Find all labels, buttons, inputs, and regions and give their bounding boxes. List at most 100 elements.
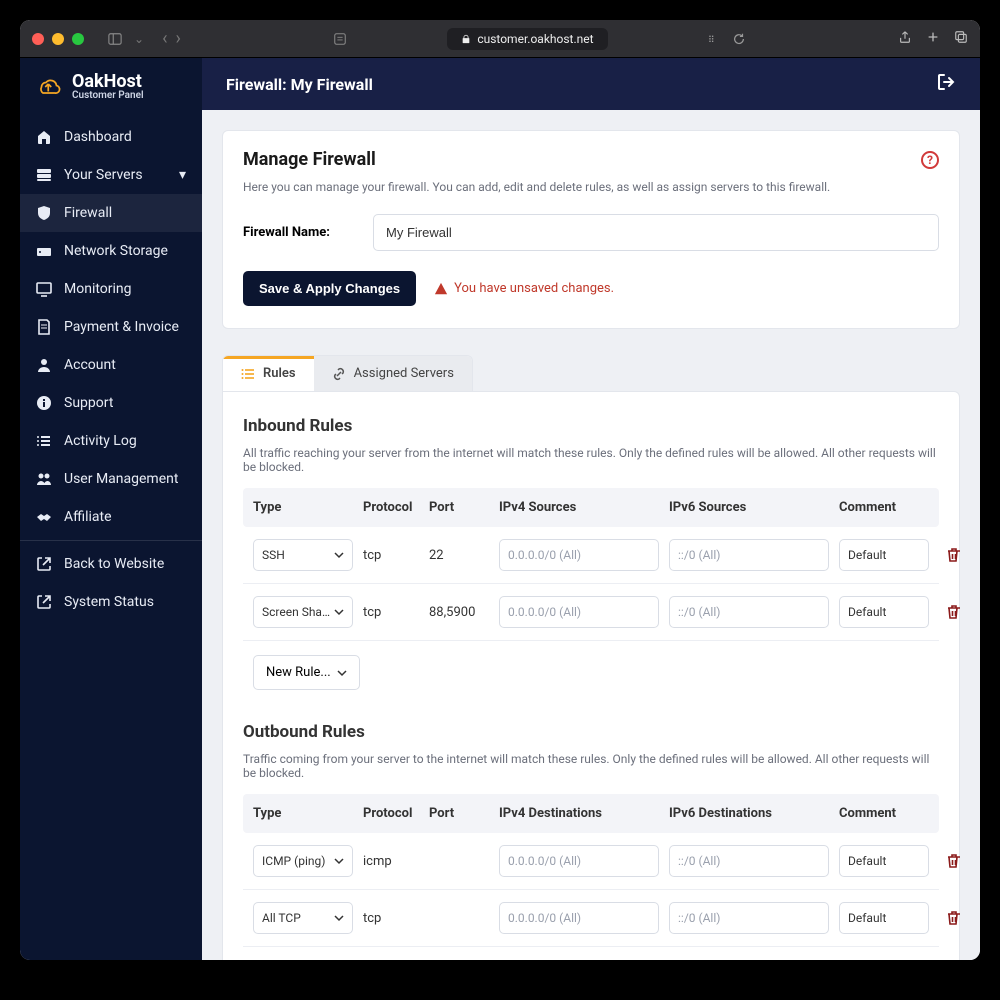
rule-v4-input[interactable]: 0.0.0.0/0 (All) xyxy=(499,845,659,877)
chevron-down-icon xyxy=(334,913,344,923)
sidebar-item-activity-log[interactable]: Activity Log xyxy=(20,422,202,460)
firewall-name-label: Firewall Name: xyxy=(243,225,353,240)
warning-icon xyxy=(434,282,448,296)
user-icon xyxy=(36,357,52,373)
sidebar-item-label: Affiliate xyxy=(64,509,112,525)
window-controls[interactable] xyxy=(32,33,84,45)
rule-type-select[interactable]: All TCP xyxy=(253,902,353,934)
separator xyxy=(20,540,202,541)
save-apply-button[interactable]: Save & Apply Changes xyxy=(243,271,416,306)
rule-port: 88,5900 xyxy=(429,605,489,620)
maximize-window-icon[interactable] xyxy=(72,33,84,45)
tabs-overview-icon[interactable] xyxy=(954,30,968,47)
sidebar-item-your-servers[interactable]: Your Servers ▾ xyxy=(20,156,202,194)
sidebar-item-label: Activity Log xyxy=(64,433,137,449)
sidebar-item-firewall[interactable]: Firewall xyxy=(20,194,202,232)
brand-subtitle: Customer Panel xyxy=(72,91,144,101)
tab-rules[interactable]: Rules xyxy=(223,356,314,391)
firewall-name-input[interactable] xyxy=(373,214,939,251)
rule-port: 22 xyxy=(429,548,489,563)
delete-rule-button[interactable] xyxy=(939,853,969,869)
reader-icon[interactable] xyxy=(333,32,347,46)
sidebar-item-label: User Management xyxy=(64,471,178,487)
logout-button[interactable] xyxy=(936,72,956,96)
share-icon[interactable] xyxy=(898,30,912,47)
tabs: Rules Assigned Servers xyxy=(222,355,473,391)
delete-rule-button[interactable] xyxy=(939,547,969,563)
rule-type-select[interactable]: ICMP (ping) xyxy=(253,845,353,877)
delete-rule-button[interactable] xyxy=(939,604,969,620)
outbound-rule-row: ICMP (ping) icmp 0.0.0.0/0 (All) ::/0 (A… xyxy=(243,833,939,890)
sidebar-item-network-storage[interactable]: Network Storage xyxy=(20,232,202,270)
col-v6: IPv6 Destinations xyxy=(669,806,829,821)
trash-icon xyxy=(946,910,962,926)
brand-name: OakHost xyxy=(72,73,144,91)
sidebar-item-monitoring[interactable]: Monitoring xyxy=(20,270,202,308)
close-window-icon[interactable] xyxy=(32,33,44,45)
rule-v4-input[interactable]: 0.0.0.0/0 (All) xyxy=(499,539,659,571)
sidebar-item-payment-invoice[interactable]: Payment & Invoice xyxy=(20,308,202,346)
browser-titlebar: ⌄ ‹ › customer.oakhost.net ⠿ xyxy=(20,20,980,58)
minimize-window-icon[interactable] xyxy=(52,33,64,45)
sidebar-item-account[interactable]: Account xyxy=(20,346,202,384)
rule-comment-input[interactable]: Default xyxy=(839,539,929,571)
brand[interactable]: OakHost Customer Panel xyxy=(20,58,202,118)
storage-icon xyxy=(36,243,52,259)
rule-v6-input[interactable]: ::/0 (All) xyxy=(669,596,829,628)
manage-firewall-card: Manage Firewall ? Here you can manage yo… xyxy=(222,130,960,329)
sidebar-item-label: Support xyxy=(64,395,113,411)
monitor-icon xyxy=(36,281,52,297)
sidebar-item-label: System Status xyxy=(64,594,154,610)
rule-v6-input[interactable]: ::/0 (All) xyxy=(669,539,829,571)
delete-rule-button[interactable] xyxy=(939,910,969,926)
col-port: Port xyxy=(429,500,489,515)
sidebar-item-system-status[interactable]: System Status xyxy=(20,583,202,621)
tab-assigned-servers[interactable]: Assigned Servers xyxy=(314,356,472,391)
reload-icon[interactable] xyxy=(732,32,746,46)
col-type: Type xyxy=(253,500,353,515)
rule-v6-input[interactable]: ::/0 (All) xyxy=(669,845,829,877)
col-v4: IPv4 Sources xyxy=(499,500,659,515)
chevron-down-icon xyxy=(334,550,344,560)
sidebar-item-user-management[interactable]: User Management xyxy=(20,460,202,498)
sidebar-item-back-to-website[interactable]: Back to Website xyxy=(20,545,202,583)
rule-protocol: icmp xyxy=(363,854,419,869)
inbound-desc: All traffic reaching your server from th… xyxy=(243,446,939,474)
sidebar-toggle-icon[interactable] xyxy=(108,32,122,46)
col-v4: IPv4 Destinations xyxy=(499,806,659,821)
tab-label: Assigned Servers xyxy=(354,366,454,381)
outbound-desc: Traffic coming from your server to the i… xyxy=(243,752,939,780)
sidebar-item-affiliate[interactable]: Affiliate xyxy=(20,498,202,536)
col-protocol: Protocol xyxy=(363,806,419,821)
chevron-down-icon[interactable]: ⌄ xyxy=(134,32,144,46)
topbar: Firewall: My Firewall xyxy=(202,58,980,110)
sidebar-item-label: Monitoring xyxy=(64,281,132,297)
sidebar-item-label: Firewall xyxy=(64,205,112,221)
col-protocol: Protocol xyxy=(363,500,419,515)
rule-v6-input[interactable]: ::/0 (All) xyxy=(669,902,829,934)
rule-type-select[interactable]: Screen Sharing xyxy=(253,596,353,628)
tab-label: Rules xyxy=(263,366,296,381)
invoice-icon xyxy=(36,319,52,335)
col-v6: IPv6 Sources xyxy=(669,500,829,515)
info-icon xyxy=(36,395,52,411)
rule-comment-input[interactable]: Default xyxy=(839,902,929,934)
rule-type-select[interactable]: SSH xyxy=(253,539,353,571)
home-icon xyxy=(36,129,52,145)
url-text: customer.oakhost.net xyxy=(477,32,593,46)
link-icon xyxy=(332,367,346,381)
rule-comment-input[interactable]: Default xyxy=(839,596,929,628)
sidebar-item-dashboard[interactable]: Dashboard xyxy=(20,118,202,156)
help-icon[interactable]: ? xyxy=(921,151,939,169)
col-comment: Comment xyxy=(839,500,929,515)
sidebar-item-support[interactable]: Support xyxy=(20,384,202,422)
sidebar-item-label: Network Storage xyxy=(64,243,168,259)
address-bar[interactable]: customer.oakhost.net xyxy=(447,28,607,50)
translate-icon[interactable]: ⠿ xyxy=(708,32,722,46)
rules-panel: Inbound Rules All traffic reaching your … xyxy=(222,391,960,960)
rule-v4-input[interactable]: 0.0.0.0/0 (All) xyxy=(499,596,659,628)
rule-comment-input[interactable]: Default xyxy=(839,845,929,877)
new-tab-icon[interactable] xyxy=(926,30,940,47)
rule-v4-input[interactable]: 0.0.0.0/0 (All) xyxy=(499,902,659,934)
new-inbound-rule-button[interactable]: New Rule... xyxy=(253,655,360,690)
